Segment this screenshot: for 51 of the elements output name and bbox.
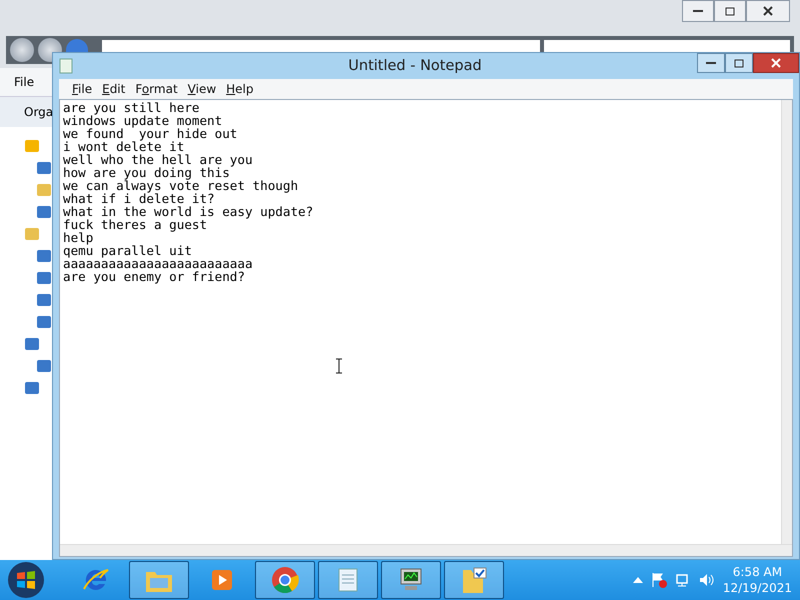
taskbar-button[interactable] (129, 561, 189, 599)
taskbar-button[interactable] (444, 561, 504, 599)
text-line: we found your hide out (63, 127, 238, 140)
text-line: what in the world is easy update? (63, 205, 314, 218)
text-line: are you enemy or friend? (63, 270, 246, 283)
back-button[interactable] (10, 38, 34, 62)
taskbar-button[interactable] (381, 561, 441, 599)
text-line: i wont delete it (63, 140, 186, 153)
show-hidden-icons-icon[interactable] (632, 577, 643, 583)
toolbar-button[interactable]: Orga (24, 105, 54, 119)
menu-item[interactable]: Help (221, 82, 259, 96)
menu-item[interactable]: Edit (97, 82, 130, 96)
maximize-button[interactable] (714, 0, 746, 22)
text-line: we can always vote reset though (63, 179, 300, 192)
text-line: windows update moment (63, 114, 224, 127)
text-line: are you still here (63, 101, 200, 114)
minimize-icon (693, 10, 703, 12)
minimize-button[interactable] (682, 0, 714, 22)
taskbar-button[interactable] (318, 561, 378, 599)
text-line: what if i delete it? (63, 192, 216, 205)
notepad-icon (59, 58, 73, 74)
menu-item[interactable]: File (14, 75, 34, 89)
close-icon (771, 58, 781, 68)
maximize-button[interactable] (725, 53, 753, 73)
menu-item[interactable]: View (182, 82, 222, 96)
text-line: qemu parallel uit (63, 244, 193, 257)
menu-item[interactable]: File (67, 82, 98, 96)
close-button[interactable] (753, 53, 799, 73)
text-line: well who the hell are you (63, 153, 254, 166)
search-field[interactable] (544, 40, 790, 52)
window-title: Untitled - Notepad (347, 58, 483, 74)
text-line: help (63, 231, 94, 244)
text-cursor-icon (335, 358, 343, 374)
chrome-icon (270, 565, 300, 595)
horizontal-scrollbar[interactable] (60, 544, 792, 556)
maximize-icon (734, 58, 744, 68)
close-icon (763, 6, 773, 16)
minimize-icon (706, 62, 716, 64)
text-line: fuck theres a guest (63, 218, 208, 231)
start-button[interactable] (6, 560, 46, 600)
vertical-scrollbar[interactable] (781, 100, 792, 544)
media-player-icon (209, 567, 235, 593)
minimize-button[interactable] (697, 53, 725, 73)
menu-item[interactable]: Format (130, 82, 183, 96)
text-line: how are you doing this (63, 166, 230, 179)
flag-icon[interactable] (650, 572, 667, 588)
text-line: aaaaaaaaaaaaaaaaaaaaaaaaa (63, 257, 254, 270)
maximize-icon (725, 6, 735, 16)
taskbar-button[interactable] (255, 561, 315, 599)
speaker-icon[interactable] (698, 572, 715, 588)
close-button[interactable] (746, 0, 790, 22)
